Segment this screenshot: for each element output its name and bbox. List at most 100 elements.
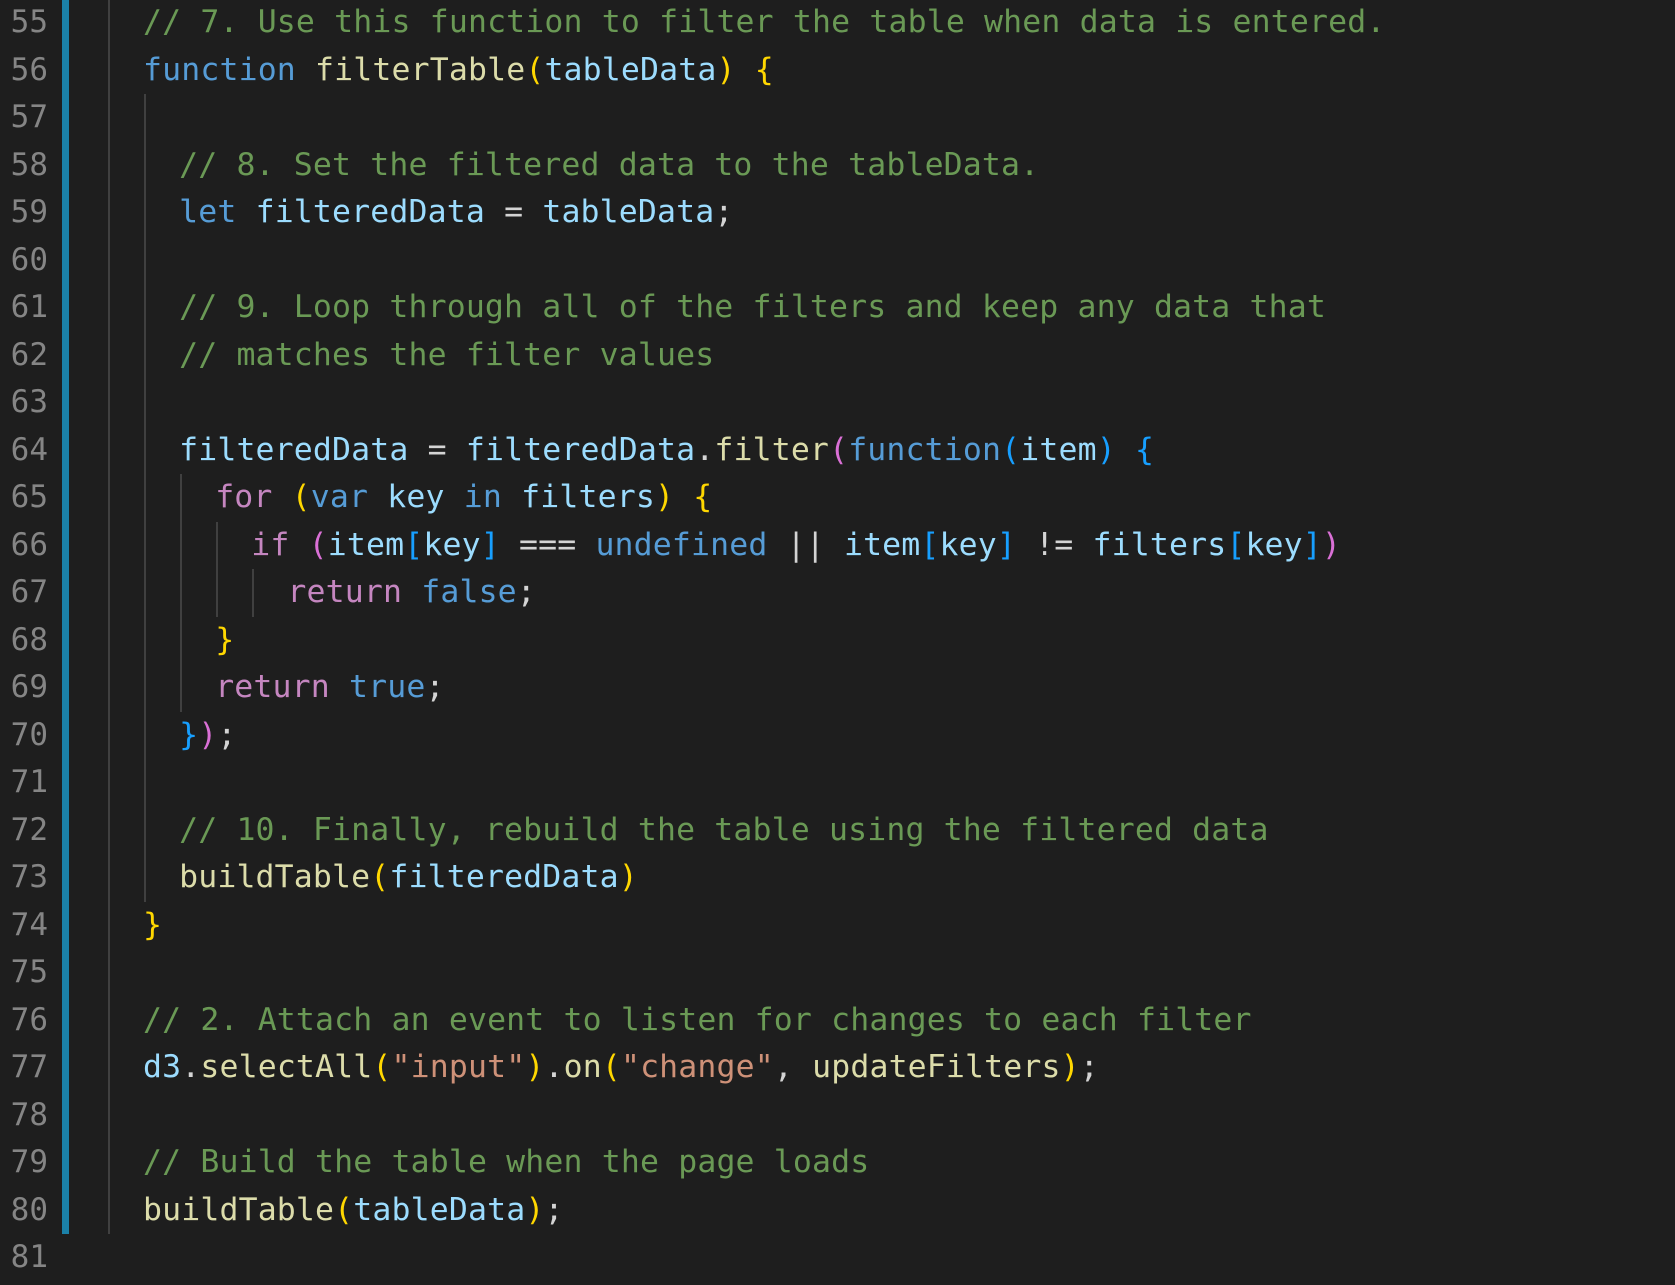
modified-gutter-indicator[interactable] bbox=[62, 1186, 69, 1234]
modified-gutter-indicator[interactable] bbox=[62, 189, 69, 237]
code-editor[interactable]: 55 // 7. Use this function to filter the … bbox=[0, 0, 1675, 1285]
code-text[interactable]: // 9. Loop through all of the filters an… bbox=[179, 284, 1326, 332]
code-line[interactable]: 71 bbox=[0, 759, 1675, 807]
line-number: 65 bbox=[10, 479, 48, 515]
code-text[interactable]: function filterTable(tableData) { bbox=[143, 47, 774, 95]
code-text[interactable]: }); bbox=[179, 712, 236, 760]
code-text[interactable]: return true; bbox=[215, 664, 444, 712]
line-number: 70 bbox=[10, 716, 48, 753]
code-line[interactable]: 60 bbox=[0, 236, 1675, 284]
indent-guide bbox=[108, 711, 110, 759]
code-token: return bbox=[287, 574, 403, 610]
code-token: "change" bbox=[620, 1049, 774, 1085]
code-line[interactable]: 73 buildTable(filteredData) bbox=[0, 854, 1675, 902]
code-line[interactable]: 65 for (var key in filters) { bbox=[0, 474, 1675, 522]
code-line[interactable]: 74} bbox=[0, 901, 1675, 950]
indent-guide bbox=[108, 1186, 110, 1234]
modified-gutter-indicator[interactable] bbox=[62, 664, 69, 712]
code-line[interactable]: 67 return false; bbox=[0, 569, 1675, 617]
modified-gutter-indicator[interactable] bbox=[62, 0, 69, 47]
code-line[interactable]: 70}); bbox=[0, 711, 1675, 760]
modified-gutter-indicator[interactable] bbox=[62, 521, 69, 569]
code-line[interactable]: 62 // matches the filter values bbox=[0, 331, 1675, 380]
code-line[interactable]: 69 return true; bbox=[0, 664, 1675, 712]
code-text[interactable]: let filteredData = tableData; bbox=[179, 189, 733, 237]
indent-guide bbox=[108, 426, 110, 474]
modified-gutter-indicator[interactable] bbox=[62, 379, 69, 427]
code-line[interactable]: 68} bbox=[0, 616, 1675, 665]
code-text[interactable]: if (item[key] === undefined || item[key]… bbox=[251, 522, 1341, 570]
modified-gutter-indicator[interactable] bbox=[62, 759, 69, 807]
modified-gutter-indicator[interactable] bbox=[62, 426, 69, 474]
code-line[interactable]: 81 bbox=[0, 1234, 1675, 1282]
code-text[interactable]: // matches the filter values bbox=[179, 332, 714, 380]
modified-gutter-indicator[interactable] bbox=[62, 806, 69, 854]
code-line[interactable]: 79 // Build the table when the page loads bbox=[0, 1139, 1675, 1187]
modified-gutter-indicator[interactable] bbox=[62, 236, 69, 284]
code-line[interactable]: 80 buildTable(tableData); bbox=[0, 1186, 1675, 1235]
code-text[interactable]: // 7. Use this function to filter the ta… bbox=[143, 0, 1385, 47]
line-number: 57 bbox=[10, 99, 48, 135]
code-token: tableData bbox=[353, 1191, 526, 1228]
modified-gutter-indicator[interactable] bbox=[62, 1139, 69, 1187]
line-number: 71 bbox=[10, 764, 48, 800]
code-text[interactable]: for (var key in filters) { bbox=[215, 474, 712, 522]
code-text[interactable]: buildTable(tableData); bbox=[143, 1187, 564, 1235]
code-text[interactable]: // 10. Finally, rebuild the table using … bbox=[179, 807, 1269, 855]
code-text[interactable]: filteredData = filteredData.filter(funct… bbox=[179, 427, 1154, 475]
code-line[interactable]: 57 bbox=[0, 94, 1675, 142]
code-token: [ bbox=[920, 526, 940, 563]
code-line[interactable]: 72 // 10. Finally, rebuild the table usin… bbox=[0, 806, 1675, 855]
code-line[interactable]: 59 let filteredData = tableData; bbox=[0, 189, 1675, 237]
modified-gutter-indicator[interactable] bbox=[62, 94, 69, 142]
code-line[interactable]: 64 filteredData = filteredData.filter(fun… bbox=[0, 426, 1675, 475]
code-line[interactable]: 55 // 7. Use this function to filter the … bbox=[0, 0, 1675, 47]
indent-guide bbox=[144, 236, 147, 284]
indent-guide bbox=[144, 616, 147, 664]
modified-gutter-indicator[interactable] bbox=[62, 901, 69, 949]
code-line[interactable]: 61 // 9. Loop through all of the filters … bbox=[0, 284, 1675, 332]
modified-gutter-indicator[interactable] bbox=[62, 46, 69, 94]
modified-gutter-indicator[interactable] bbox=[62, 284, 69, 332]
code-token: filters bbox=[1092, 526, 1227, 563]
modified-gutter-indicator[interactable] bbox=[62, 141, 69, 189]
indent-guide bbox=[144, 521, 147, 569]
code-token: updateFilters bbox=[812, 1049, 1061, 1085]
code-text[interactable]: return false; bbox=[287, 569, 536, 617]
code-text[interactable]: } bbox=[143, 902, 162, 950]
code-token: . bbox=[544, 1049, 564, 1085]
code-token: // Build the table when the page loads bbox=[143, 1144, 870, 1180]
code-line[interactable]: 76 // 2. Attach an event to listen for ch… bbox=[0, 996, 1675, 1045]
code-text[interactable]: buildTable(filteredData) bbox=[179, 854, 638, 902]
line-number: 60 bbox=[10, 241, 48, 278]
modified-gutter-indicator[interactable] bbox=[62, 331, 69, 379]
code-line[interactable]: 56 function filterTable(tableData) { bbox=[0, 46, 1675, 95]
code-line[interactable]: 66 if (item[key] === undefined || item[ke… bbox=[0, 521, 1675, 570]
modified-gutter-indicator[interactable] bbox=[62, 854, 69, 902]
code-text[interactable]: // 8. Set the filtered data to the table… bbox=[179, 142, 1039, 190]
modified-gutter-indicator[interactable] bbox=[62, 1044, 69, 1092]
modified-gutter-indicator[interactable] bbox=[62, 616, 69, 664]
code-line[interactable]: 58 // 8. Set the filtered data to the tab… bbox=[0, 141, 1675, 190]
modified-gutter-indicator[interactable] bbox=[62, 996, 69, 1044]
code-text[interactable]: // Build the table when the page loads bbox=[143, 1139, 869, 1187]
code-line[interactable]: 77 d3.selectAll("input").on("change", upd… bbox=[0, 1044, 1675, 1092]
indent-guide bbox=[108, 854, 110, 902]
code-text[interactable]: d3.selectAll("input").on("change", updat… bbox=[143, 1044, 1099, 1092]
indent-guide bbox=[108, 331, 110, 379]
code-text[interactable]: } bbox=[215, 617, 234, 665]
code-line[interactable]: 78 bbox=[0, 1091, 1675, 1139]
code-line[interactable]: 75 bbox=[0, 949, 1675, 997]
modified-gutter-indicator[interactable] bbox=[62, 1091, 69, 1139]
modified-gutter-indicator[interactable] bbox=[62, 569, 69, 617]
code-token: ( bbox=[334, 1191, 354, 1228]
modified-gutter-indicator[interactable] bbox=[62, 474, 69, 522]
modified-gutter-indicator[interactable] bbox=[62, 711, 69, 759]
code-text[interactable]: // 2. Attach an event to listen for chan… bbox=[143, 997, 1252, 1045]
modified-gutter-indicator[interactable] bbox=[62, 949, 69, 997]
code-line[interactable]: 63 bbox=[0, 379, 1675, 427]
